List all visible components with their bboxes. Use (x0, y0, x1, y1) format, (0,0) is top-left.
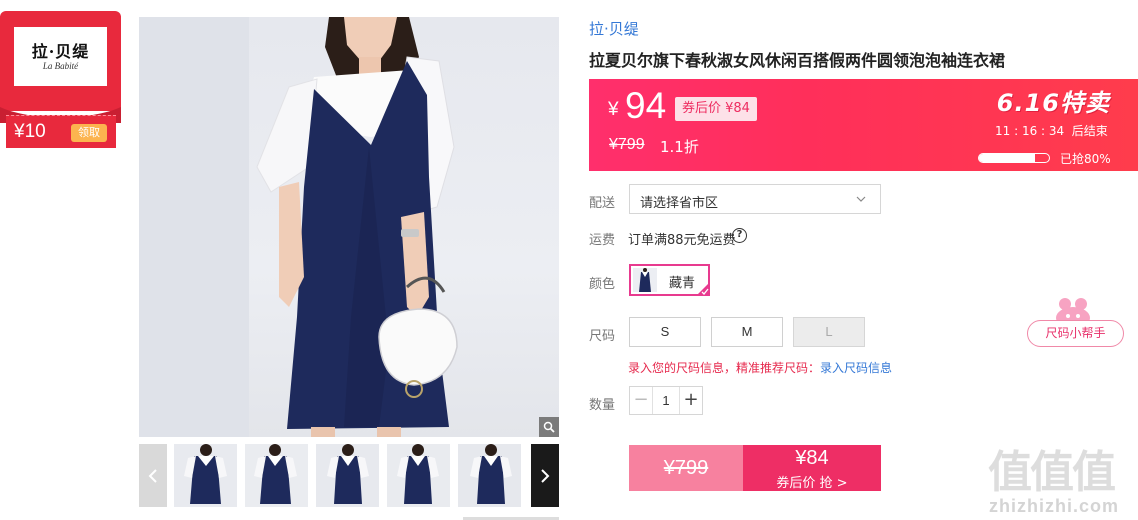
buy-coupon-label: 券后价 抢 > (776, 476, 848, 491)
site-watermark: 值值值 zhizhizhi.com (986, 436, 1138, 520)
thumbnail-image (458, 444, 521, 507)
size-helper-button[interactable]: 尺码小帮手 (1027, 320, 1124, 347)
brand-card-header: 拉·贝缇 La Babité (0, 11, 121, 111)
claim-coupon-button[interactable]: 领取 (71, 124, 107, 142)
region-select[interactable]: 请选择省市区 (629, 184, 881, 214)
thumbnail-image (245, 444, 308, 507)
size-option-m[interactable]: M (711, 317, 783, 347)
sold-percent-label: 已抢80% (1060, 152, 1111, 166)
chevron-right-icon (541, 468, 550, 483)
color-label: 颜色 (589, 277, 616, 292)
buy-with-coupon-button[interactable]: ¥84 券后价 抢 > (743, 445, 881, 491)
size-hint: 录入您的尺码信息，精准推荐尺码：录入尺码信息 (628, 359, 892, 376)
discount-rate: 1.1折 (660, 138, 699, 156)
thumbnail-5[interactable] (458, 444, 521, 507)
thumbnail-image (174, 444, 237, 507)
quantity-input[interactable] (653, 387, 679, 414)
event-title: 6.16特卖 (996, 89, 1110, 117)
region-select-value: 请选择省市区 (640, 196, 719, 211)
thumbnail-1[interactable] (174, 444, 237, 507)
shipping-label: 运费 (589, 233, 616, 248)
help-icon[interactable]: ? (732, 228, 747, 243)
brand-coupon[interactable]: ¥10 领取 (6, 115, 116, 148)
color-option-label: 藏青 (669, 276, 696, 291)
brand-logo-en: La Babité (42, 61, 79, 72)
quantity-label: 数量 (589, 398, 616, 413)
enter-size-link[interactable]: 录入尺码信息 (820, 361, 892, 375)
zoom-button[interactable] (539, 417, 559, 437)
sold-progress-bar (978, 153, 1050, 163)
size-label: 尺码 (589, 329, 616, 344)
brand-coupon-card: 拉·贝缇 La Babité ¥10 领取 (0, 11, 121, 148)
countdown-timer: 11 : 16 : 34 后结束 (995, 124, 1108, 138)
quantity-decrease-button[interactable]: − (630, 387, 653, 414)
thumbnail-prev-button[interactable] (139, 444, 167, 507)
thumbnail-4[interactable] (387, 444, 450, 507)
coupon-amount: ¥10 (14, 121, 46, 142)
quantity-increase-button[interactable]: + (679, 387, 702, 414)
main-product-image[interactable] (139, 17, 559, 437)
thumbnail-2[interactable] (245, 444, 308, 507)
sold-progress-fill (979, 154, 1035, 162)
thumbnail-next-button[interactable] (531, 444, 559, 507)
delivery-label: 配送 (589, 196, 616, 211)
selected-check-icon (696, 282, 710, 296)
watermark-logo: 值值值 (988, 447, 1116, 498)
chevron-down-icon (856, 189, 866, 213)
thumbnail-image (316, 444, 379, 507)
price-banner: ¥ 94 券后价 ¥84 ¥799 1.1折 6.16特卖 11 : 16 : … (589, 79, 1138, 171)
current-price: 94 (625, 85, 667, 126)
magnifier-icon (543, 421, 555, 433)
brand-link[interactable]: 拉·贝缇 (589, 18, 639, 39)
buy-coupon-price: ¥84 (795, 447, 829, 469)
thumbnail-image (387, 444, 450, 507)
chevron-left-icon (148, 468, 157, 483)
currency-symbol: ¥ (608, 99, 619, 120)
size-hint-text: 录入您的尺码信息，精准推荐尺码： (628, 361, 821, 375)
brand-logo-cn: 拉·贝缇 (31, 41, 90, 61)
product-title: 拉夏贝尔旗下春秋淑女风休闲百搭假两件圆领泡泡袖连衣裙 (589, 51, 1006, 70)
color-option-navy[interactable]: 藏青 (629, 264, 710, 296)
quantity-stepper: − + (629, 386, 703, 415)
watermark-site: zhizhizhi.com (989, 496, 1119, 516)
thumbnail-strip (139, 444, 559, 507)
shipping-info: 订单满88元免运费 (628, 233, 736, 248)
dress-model-illustration (139, 17, 458, 437)
after-coupon-price-badge: 券后价 ¥84 (675, 97, 757, 121)
color-thumbnail (633, 268, 657, 292)
thumbnail-3[interactable] (316, 444, 379, 507)
size-option-l: L (793, 317, 865, 347)
brand-logo[interactable]: 拉·贝缇 La Babité (14, 27, 107, 86)
size-option-s[interactable]: S (629, 317, 701, 347)
original-price: ¥799 (609, 136, 645, 153)
buy-original-price-button[interactable]: ¥799 (629, 445, 743, 491)
